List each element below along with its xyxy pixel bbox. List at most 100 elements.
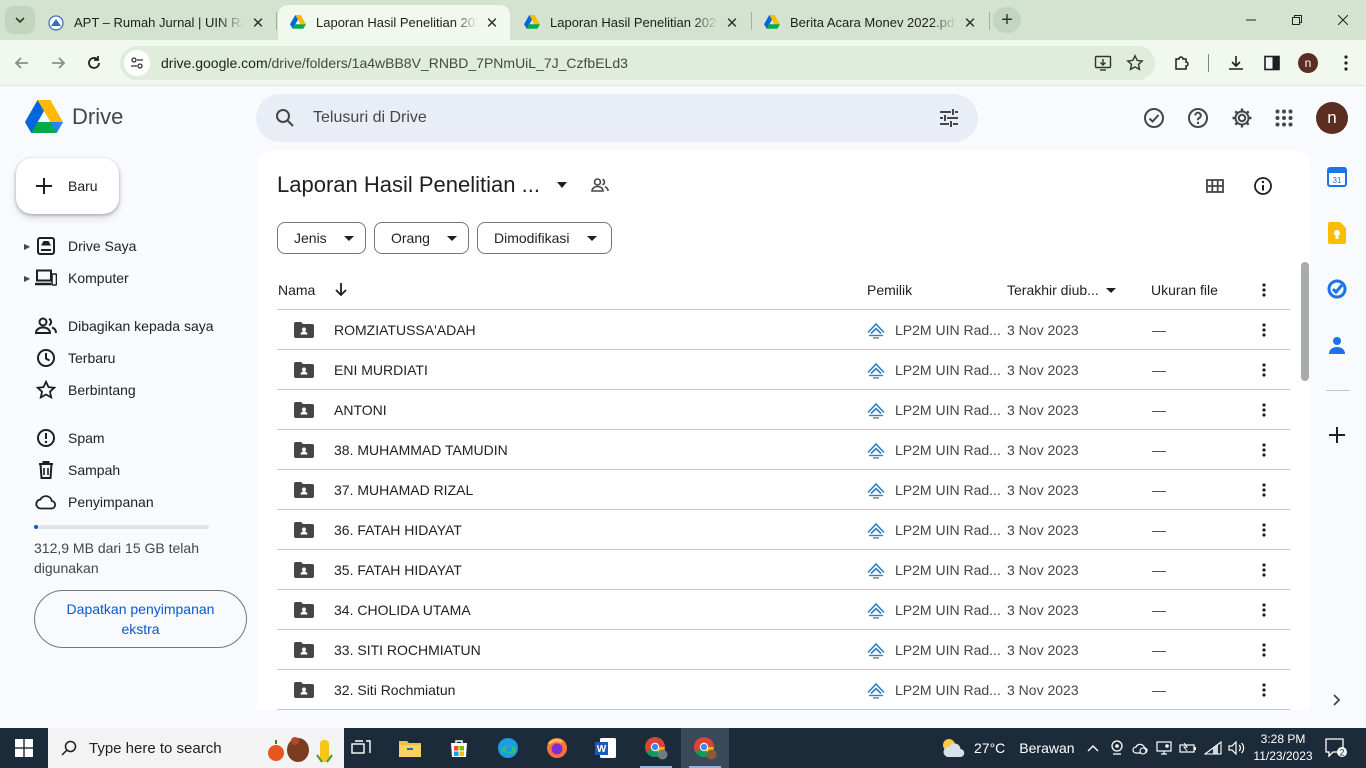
file-row[interactable]: ENI MURDIATI LP2M UIN Rad... 3 Nov 2023 — xyxy=(277,350,1290,390)
file-row[interactable]: ANTONI LP2M UIN Rad... 3 Nov 2023 — xyxy=(277,390,1290,430)
wifi-icon[interactable] xyxy=(1201,728,1225,768)
browser-tab[interactable]: Berita Acara Monev 2022.pdf - Google Dri… xyxy=(752,5,988,40)
volume-icon[interactable] xyxy=(1225,728,1249,768)
camera-tray-icon[interactable] xyxy=(1105,728,1129,768)
grid-view-icon[interactable] xyxy=(1199,170,1231,202)
file-row[interactable]: 32. Siti Rochmiatun LP2M UIN Rad... 3 Nov … xyxy=(277,670,1290,710)
reload-button[interactable] xyxy=(80,49,108,77)
battery-icon[interactable] xyxy=(1176,728,1200,768)
chrome-active-icon[interactable] xyxy=(681,728,729,768)
account-avatar[interactable]: n xyxy=(1316,102,1348,134)
chevron-right-icon[interactable] xyxy=(1326,689,1348,711)
minimize-button[interactable] xyxy=(1228,0,1274,40)
close-tab-icon[interactable]: ✕ xyxy=(484,15,500,32)
search-options-icon[interactable] xyxy=(929,98,969,138)
file-row[interactable]: ROMZIATUSSA'ADAH LP2M UIN Rad... 3 Nov 202… xyxy=(277,310,1290,350)
more-vert-icon[interactable] xyxy=(1332,49,1360,77)
close-tab-icon[interactable]: ✕ xyxy=(724,15,740,32)
browser-tab-active[interactable]: Laporan Hasil Penelitian 2021 - Google D… xyxy=(278,5,510,40)
taskbar-search-box[interactable]: Type here to search xyxy=(48,728,344,768)
file-row[interactable]: 35. FATAH HIDAYAT LP2M UIN Rad... 3 Nov 20… xyxy=(277,550,1290,590)
shared-folder-icon[interactable] xyxy=(588,173,612,197)
close-window-button[interactable] xyxy=(1320,0,1366,40)
microsoft-word-icon[interactable]: W xyxy=(582,728,630,768)
restore-button[interactable] xyxy=(1274,0,1320,40)
filter-chip-type[interactable]: Jenis xyxy=(277,222,366,254)
weather-widget[interactable]: 27°C Berawan xyxy=(940,728,1075,768)
help-icon[interactable] xyxy=(1182,102,1214,134)
filter-chip-modified[interactable]: Dimodifikasi xyxy=(477,222,612,254)
new-button[interactable]: Baru xyxy=(16,158,119,214)
back-button[interactable] xyxy=(8,49,36,77)
search-input[interactable]: Telusuri di Drive xyxy=(313,109,929,127)
taskbar-clock[interactable]: 3:28 PM 11/23/2023 xyxy=(1252,731,1314,765)
sort-arrow-down-icon[interactable] xyxy=(335,283,347,297)
address-bar[interactable]: drive.google.com/drive/folders/1a4wBB8V_… xyxy=(120,46,1155,80)
folder-title-button[interactable]: Laporan Hasil Penelitian ... xyxy=(277,172,612,198)
cloud-sync-tray-icon[interactable] xyxy=(1128,728,1152,768)
get-more-storage-button[interactable]: Dapatkan penyimpanan ekstra xyxy=(34,590,247,648)
tasks-icon[interactable] xyxy=(1326,278,1348,300)
tab-search-button[interactable] xyxy=(5,6,35,34)
task-view-button[interactable] xyxy=(337,728,385,768)
downloads-icon[interactable] xyxy=(1222,49,1250,77)
file-row[interactable]: 37. MUHAMAD RIZAL LP2M UIN Rad... 3 Nov 20… xyxy=(277,470,1290,510)
start-button[interactable] xyxy=(0,728,48,768)
apps-grid-icon[interactable] xyxy=(1268,102,1300,134)
more-actions-icon[interactable] xyxy=(1252,510,1276,550)
close-tab-icon[interactable]: ✕ xyxy=(962,15,978,32)
search-icon[interactable] xyxy=(272,105,298,131)
more-actions-icon[interactable] xyxy=(1252,550,1276,590)
more-actions-icon[interactable] xyxy=(1252,590,1276,630)
install-app-icon[interactable] xyxy=(1087,47,1119,79)
keep-icon[interactable] xyxy=(1326,222,1348,244)
info-icon[interactable] xyxy=(1247,170,1279,202)
sidebar-item-shared[interactable]: Dibagikan kepada saya xyxy=(24,310,246,342)
settings-gear-icon[interactable] xyxy=(1226,102,1258,134)
chrome-profile-icon[interactable] xyxy=(632,728,680,768)
file-row[interactable]: 36. FATAH HIDAYAT LP2M UIN Rad... 3 Nov 20… xyxy=(277,510,1290,550)
file-row[interactable]: 34. CHOLIDA UTAMA LP2M UIN Rad... 3 Nov 20… xyxy=(277,590,1290,630)
more-actions-icon[interactable] xyxy=(1252,470,1276,510)
side-panel-icon[interactable] xyxy=(1258,49,1286,77)
browser-tab[interactable]: APT – Rumah Jurnal | UIN Raden ✕ xyxy=(36,5,276,40)
notification-center-button[interactable]: 2 xyxy=(1322,736,1350,760)
offline-ready-icon[interactable] xyxy=(1138,102,1170,134)
sidebar-item-recent[interactable]: Terbaru xyxy=(24,342,246,374)
file-explorer-icon[interactable] xyxy=(386,728,434,768)
display-tray-icon[interactable] xyxy=(1152,728,1176,768)
more-actions-icon[interactable] xyxy=(1252,350,1276,390)
caret-right-icon[interactable]: ▶ xyxy=(24,274,32,283)
extensions-icon[interactable] xyxy=(1168,49,1196,77)
column-header-modified[interactable]: Terakhir diub... xyxy=(1007,274,1116,306)
drive-logo[interactable]: Drive xyxy=(25,100,123,134)
site-info-icon[interactable] xyxy=(124,50,150,76)
more-actions-icon[interactable] xyxy=(1252,430,1276,470)
sidebar-item-starred[interactable]: Berbintang xyxy=(24,374,246,406)
forward-button[interactable] xyxy=(44,49,72,77)
profile-button[interactable]: n xyxy=(1294,49,1322,77)
sidebar-item-trash[interactable]: Sampah xyxy=(24,454,246,486)
chevron-up-icon[interactable] xyxy=(1081,728,1105,768)
sidebar-item-storage[interactable]: Penyimpanan xyxy=(24,486,246,518)
contacts-icon[interactable] xyxy=(1326,334,1348,356)
bookmark-star-icon[interactable] xyxy=(1119,47,1151,79)
sidebar-item-my-drive[interactable]: ▶ Drive Saya xyxy=(24,230,246,262)
file-list-scrollbar[interactable] xyxy=(1301,262,1309,381)
add-addon-plus-icon[interactable] xyxy=(1326,424,1348,446)
more-actions-icon[interactable] xyxy=(1252,630,1276,670)
more-actions-icon[interactable] xyxy=(1252,390,1276,430)
url-text[interactable]: drive.google.com/drive/folders/1a4wBB8V_… xyxy=(161,55,1087,71)
browser-tab[interactable]: Laporan Hasil Penelitian 2020 - Google D… xyxy=(512,5,750,40)
edge-browser-icon[interactable] xyxy=(484,728,532,768)
column-options-icon[interactable] xyxy=(1252,274,1276,306)
sidebar-item-spam[interactable]: Spam xyxy=(24,422,246,454)
calendar-icon[interactable]: 31 xyxy=(1326,166,1348,188)
filter-chip-people[interactable]: Orang xyxy=(374,222,469,254)
drive-search-bar[interactable]: Telusuri di Drive xyxy=(256,94,978,142)
more-actions-icon[interactable] xyxy=(1252,670,1276,710)
column-header-name[interactable]: Nama xyxy=(278,274,347,306)
more-actions-icon[interactable] xyxy=(1252,310,1276,350)
close-tab-icon[interactable]: ✕ xyxy=(250,15,266,32)
sidebar-item-computers[interactable]: ▶ Komputer xyxy=(24,262,246,294)
